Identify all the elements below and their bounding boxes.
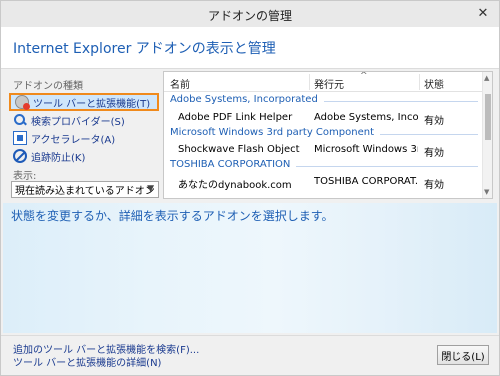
column-divider[interactable] xyxy=(419,74,420,90)
sidebar-item-label: 検索プロバイダー(S) xyxy=(31,116,125,128)
show-dropdown-value: 現在読み込まれているアドオン xyxy=(15,186,155,197)
scrollbar-thumb[interactable] xyxy=(485,94,491,140)
page-title: Internet Explorer アドオンの表示と管理 xyxy=(13,41,276,57)
group-label: Adobe Systems, Incorporated xyxy=(170,94,324,105)
details-message: 状態を変更するか、詳細を表示するアドオンを選択します。 xyxy=(11,209,334,223)
sidebar-item-tracking-protection[interactable]: 追跡防止(K) xyxy=(9,147,159,165)
publisher-group-header: Adobe Systems, Incorporated xyxy=(164,92,482,109)
title-bar[interactable]: アドオンの管理 ✕ xyxy=(1,1,499,27)
scroll-down-icon[interactable]: ▼ xyxy=(484,188,489,196)
table-row[interactable]: Shockwave Flash Object Microsoft Windows… xyxy=(164,141,482,159)
addon-manager-window: アドオンの管理 ✕ Internet Explorer アドオンの表示と管理 ア… xyxy=(0,0,500,376)
sidebar-item-label: アクセラレータ(A) xyxy=(31,134,116,146)
show-label: 表示: xyxy=(13,171,37,182)
cell-publisher: TOSHIBA CORPORAT... xyxy=(314,176,418,187)
chevron-down-icon: ▼ xyxy=(147,184,154,194)
list-header: 名前 発行元 ^ 状態 xyxy=(164,72,482,92)
footer: 追加のツール バーと拡張機能を検索(F)... ツール バーと拡張機能の詳細(N… xyxy=(1,335,499,375)
table-row[interactable]: あなたのdynabook.com TOSHIBA CORPORAT... 有効 xyxy=(164,173,482,191)
column-divider[interactable] xyxy=(309,74,310,90)
close-button[interactable]: 閉じる(L) xyxy=(437,345,489,365)
table-row[interactable]: Adobe PDF Link Helper Adobe Systems, Inc… xyxy=(164,109,482,127)
column-header-status[interactable]: 状態 xyxy=(424,76,444,91)
sidebar-item-label: 追跡防止(K) xyxy=(31,152,86,164)
addon-types-label: アドオンの種類 xyxy=(13,81,83,92)
column-header-publisher[interactable]: 発行元 xyxy=(314,76,344,91)
cell-publisher: Adobe Systems, Inco... xyxy=(314,112,418,123)
cell-name: Adobe PDF Link Helper xyxy=(178,112,293,123)
group-label: Microsoft Windows 3rd party Component xyxy=(170,127,380,138)
cell-publisher: Microsoft Windows 3r... xyxy=(314,144,418,155)
gear-icon xyxy=(15,95,30,110)
sort-ascending-icon: ^ xyxy=(360,71,368,81)
scroll-up-icon[interactable]: ▲ xyxy=(484,74,489,82)
close-icon[interactable]: ✕ xyxy=(475,6,491,22)
learn-more-toolbars-link[interactable]: ツール バーと拡張機能の詳細(N) xyxy=(13,354,161,369)
cell-name: Shockwave Flash Object xyxy=(178,144,300,155)
search-icon xyxy=(13,113,27,127)
accelerator-icon xyxy=(13,131,27,145)
cell-status: 有効 xyxy=(424,180,444,191)
window-title: アドオンの管理 xyxy=(207,9,292,23)
header: Internet Explorer アドオンの表示と管理 xyxy=(1,27,499,69)
addon-list: 名前 発行元 ^ 状態 Adobe Systems, Incorporated … xyxy=(163,71,493,199)
sidebar-item-search-providers[interactable]: 検索プロバイダー(S) xyxy=(9,111,159,129)
sidebar-item-toolbars-extensions[interactable]: ツール バーと拡張機能(T) xyxy=(9,93,159,111)
sidebar-item-label: ツール バーと拡張機能(T) xyxy=(33,98,151,110)
column-header-name[interactable]: 名前 xyxy=(170,76,190,91)
publisher-group-header: TOSHIBA CORPORATION xyxy=(164,157,482,174)
group-label: TOSHIBA CORPORATION xyxy=(170,159,297,170)
show-dropdown[interactable]: 現在読み込まれているアドオン ▼ xyxy=(11,181,159,198)
publisher-group-header: Microsoft Windows 3rd party Component xyxy=(164,125,482,142)
vertical-scrollbar[interactable]: ▲ ▼ xyxy=(482,72,492,198)
tracking-protection-icon xyxy=(13,149,27,163)
sidebar-item-accelerators[interactable]: アクセラレータ(A) xyxy=(9,129,159,147)
details-pane: 状態を変更するか、詳細を表示するアドオンを選択します。 xyxy=(3,203,497,333)
cell-name: あなたのdynabook.com xyxy=(178,180,292,191)
